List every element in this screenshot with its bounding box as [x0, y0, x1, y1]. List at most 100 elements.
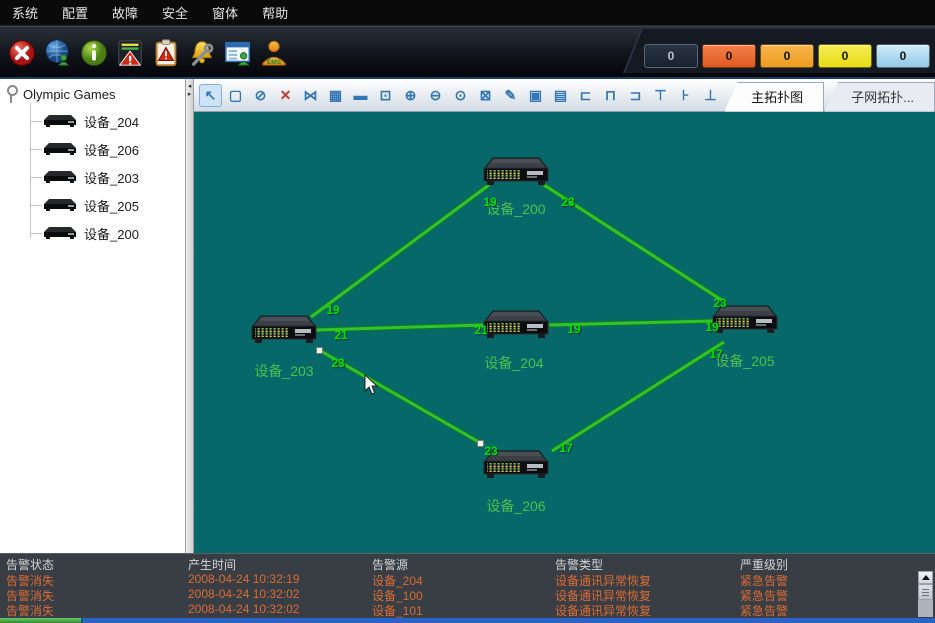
col-alarm-type[interactable]: 告警类型: [555, 556, 603, 573]
device-icon: [42, 114, 78, 128]
zoom-out-icon[interactable]: [424, 84, 447, 107]
zoom-region-icon[interactable]: [374, 84, 397, 107]
menu-item-config[interactable]: 配置: [62, 3, 88, 22]
add-link-icon[interactable]: [299, 84, 322, 107]
background-image-icon[interactable]: [324, 84, 347, 107]
counter-warning[interactable]: 0: [876, 44, 930, 68]
node-label-204: 设备_204: [484, 353, 543, 373]
delete-icon[interactable]: [274, 84, 297, 107]
device-icon: [42, 170, 78, 184]
alarm-panel-icon[interactable]: [113, 35, 146, 71]
exit-icon[interactable]: [5, 35, 38, 71]
info-icon[interactable]: [77, 35, 110, 71]
alarm-scrollbar[interactable]: [918, 571, 933, 617]
align-right-icon[interactable]: [624, 84, 647, 107]
link-endpoint-marker[interactable]: [477, 440, 484, 447]
device-icon: [42, 198, 78, 212]
tree-item-label: 设备_200: [84, 224, 139, 243]
panel-icon[interactable]: [349, 84, 372, 107]
port-label: 23: [713, 296, 726, 310]
tree-item-device-200[interactable]: 设备_200: [30, 221, 139, 245]
marquee-select-icon[interactable]: [224, 84, 247, 107]
alarm-counters: 0 0 0 0 0: [644, 44, 930, 68]
tree-root-icon: [6, 85, 16, 103]
port-label: 23: [331, 356, 344, 370]
alarm-table-panel: 告警状态 产生时间 告警源 告警类型 严重级别 告警消失 2008-04-24 …: [0, 553, 935, 618]
device-icon: [42, 142, 78, 156]
col-alarm-source[interactable]: 告警源: [372, 556, 408, 573]
align-left-icon[interactable]: [574, 84, 597, 107]
port-label: 19: [483, 195, 496, 209]
no-select-icon[interactable]: [249, 84, 272, 107]
link-endpoint-marker[interactable]: [316, 347, 323, 354]
tree-item-device-206[interactable]: 设备_206: [30, 137, 139, 161]
scroll-up-icon[interactable]: [918, 571, 933, 584]
tree-item-device-205[interactable]: 设备_205: [30, 193, 139, 217]
port-label: 17: [709, 347, 722, 361]
node-device-204[interactable]: [481, 310, 551, 340]
counter-major[interactable]: 0: [760, 44, 814, 68]
tree-root-label: Olympic Games: [23, 87, 115, 102]
device-icon: [42, 226, 78, 240]
node-label-206: 设备_206: [486, 496, 545, 516]
counter-minor[interactable]: 0: [818, 44, 872, 68]
topology-link[interactable]: [552, 342, 724, 451]
alarm-table-header: 告警状态 产生时间 告警源 告警类型 严重级别: [0, 556, 917, 571]
device-tree-panel: Olympic Games 设备_204 设备_206 设备_203 设备_20…: [0, 79, 186, 553]
zoom-in-icon[interactable]: [399, 84, 422, 107]
device-table-icon[interactable]: [549, 84, 572, 107]
node-device-203[interactable]: [249, 315, 319, 345]
counter-indeterminate[interactable]: 0: [644, 44, 698, 68]
window-user-icon[interactable]: [221, 35, 254, 71]
col-severity[interactable]: 严重级别: [740, 556, 788, 573]
alarm-row[interactable]: 告警消失 2008-04-24 10:32:19 设备_204 设备通讯异常恢复…: [0, 572, 917, 587]
counter-critical[interactable]: 0: [702, 44, 756, 68]
tree-item-label: 设备_204: [84, 112, 139, 131]
fit-view-icon[interactable]: [474, 84, 497, 107]
node-label-205: 设备_205: [715, 351, 774, 371]
topology-globe-icon[interactable]: [41, 35, 74, 71]
align-top-icon[interactable]: [649, 84, 672, 107]
topology-toolbar: 主拓扑图 子网拓扑...: [194, 79, 935, 112]
port-label: 21: [474, 323, 487, 337]
ems-user-icon[interactable]: EMS: [257, 35, 290, 71]
col-occur-time[interactable]: 产生时间: [188, 556, 236, 573]
tab-subnet-topology[interactable]: 子网拓扑...: [824, 82, 935, 112]
tree-item-label: 设备_206: [84, 140, 139, 159]
scroll-thumb[interactable]: [918, 584, 933, 600]
sidebar-splitter[interactable]: ◂▸: [186, 79, 194, 553]
zoom-actual-icon[interactable]: [449, 84, 472, 107]
alarm-row[interactable]: 告警消失 2008-04-24 10:32:02 设备_101 设备通讯异常恢复…: [0, 602, 917, 617]
ems-label: EMS: [266, 59, 281, 66]
alarm-board-icon[interactable]: [149, 35, 182, 71]
tab-main-topology[interactable]: 主拓扑图: [724, 82, 824, 112]
main-toolbar: EMS 0 0 0 0 0: [0, 26, 935, 79]
node-device-200[interactable]: [481, 157, 551, 187]
port-label: 23: [561, 195, 574, 209]
menu-item-fault[interactable]: 故障: [112, 3, 138, 22]
select-tool-icon[interactable]: [199, 84, 222, 107]
tree-item-device-203[interactable]: 设备_203: [30, 165, 139, 189]
menu-item-help[interactable]: 帮助: [262, 3, 288, 22]
alarm-bell-icon[interactable]: [185, 35, 218, 71]
alarm-row[interactable]: 告警消失 2008-04-24 10:32:02 设备_100 设备通讯异常恢复…: [0, 587, 917, 602]
port-label: 19: [567, 322, 580, 336]
align-bottom-icon[interactable]: [699, 84, 722, 107]
save-icon[interactable]: [524, 84, 547, 107]
topology-canvas[interactable]: 设备_200 设备_203 设备_204 设备_205 设备_206 19 19…: [194, 112, 935, 553]
menu-bar: 系统 配置 故障 安全 窗体 帮助: [0, 0, 935, 26]
tree-item-device-204[interactable]: 设备_204: [30, 109, 139, 133]
tree-item-label: 设备_205: [84, 196, 139, 215]
tree-root[interactable]: Olympic Games: [6, 85, 115, 103]
status-progress: [0, 618, 83, 623]
menu-item-window[interactable]: 窗体: [212, 3, 238, 22]
draw-link-icon[interactable]: [499, 84, 522, 107]
topology-link[interactable]: [311, 185, 489, 317]
align-middle-icon[interactable]: [674, 84, 697, 107]
menu-item-security[interactable]: 安全: [162, 3, 188, 22]
node-label-203: 设备_203: [254, 361, 313, 381]
align-center-icon[interactable]: [599, 84, 622, 107]
col-alarm-status[interactable]: 告警状态: [6, 556, 54, 573]
tree-item-label: 设备_203: [84, 168, 139, 187]
menu-item-system[interactable]: 系统: [12, 3, 38, 22]
